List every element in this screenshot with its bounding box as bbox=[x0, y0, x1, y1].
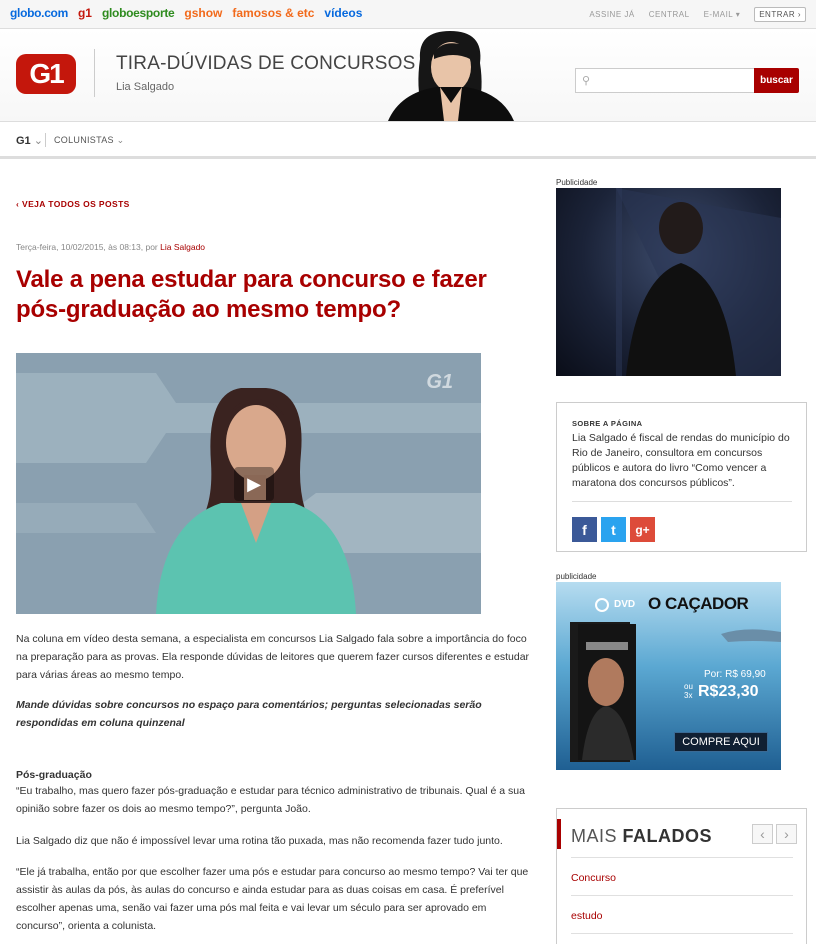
article-title: Vale a pena estudar para concurso e faze… bbox=[16, 266, 487, 323]
top-bar: globo.com g1 globoesporte gshow famosos … bbox=[0, 0, 816, 29]
globo-logo-icon bbox=[595, 598, 609, 612]
site-link-globoesporte[interactable]: globoesporte bbox=[102, 6, 175, 20]
blog-author: Lia Salgado bbox=[116, 81, 175, 93]
mais-falados-title: MAIS FALADOS bbox=[571, 826, 712, 847]
chevron-down-icon: ⌄ bbox=[33, 135, 43, 147]
prev-arrow-icon[interactable]: ‹ bbox=[752, 824, 773, 844]
search-input[interactable]: ⚲ bbox=[575, 68, 755, 93]
back-link-label: VEJA TODOS OS POSTS bbox=[22, 199, 130, 209]
back-to-posts-link[interactable]: ‹ VEJA TODOS OS POSTS bbox=[16, 199, 130, 209]
chevron-left-icon: ‹ bbox=[16, 199, 20, 209]
google-plus-icon[interactable]: g+ bbox=[630, 517, 655, 542]
about-page-box: SOBRE A PÁGINA Lia Salgado é fiscal de r… bbox=[556, 402, 807, 552]
site-link-globo[interactable]: globo.com bbox=[10, 6, 68, 20]
video-player[interactable]: G1 ▶ bbox=[16, 353, 481, 614]
central-link[interactable]: CENTRAL bbox=[649, 10, 690, 19]
chevron-down-icon: ⌄ bbox=[116, 135, 125, 145]
assine-link[interactable]: ASSINE JÁ bbox=[589, 10, 634, 19]
article-paragraph: “Eu trabalho, mas quero fazer pós-gradua… bbox=[16, 785, 525, 815]
site-link-gshow[interactable]: gshow bbox=[184, 6, 222, 20]
nav-g1-menu[interactable]: G1 ⌄ bbox=[16, 134, 43, 147]
section-accent bbox=[557, 819, 561, 849]
mais-falados-widget: MAIS FALADOS ‹ › Concurso estudo bbox=[556, 808, 807, 944]
blog-title[interactable]: TIRA-DÚVIDAS DE CONCURSOS bbox=[116, 53, 416, 75]
ad-label: publicidade bbox=[556, 572, 597, 581]
divider bbox=[572, 501, 792, 502]
divider bbox=[571, 857, 793, 858]
divider bbox=[571, 933, 793, 934]
twitter-icon[interactable]: t bbox=[601, 517, 626, 542]
chevron-right-icon: › bbox=[797, 10, 801, 19]
nav-g1-label: G1 bbox=[16, 135, 31, 147]
article-paragraph: Na coluna em vídeo desta semana, a espec… bbox=[16, 633, 530, 681]
dvd-advertisement[interactable]: DVD O CAÇADOR Por: R$ 69,90 ou 3x R$23,3… bbox=[556, 582, 781, 770]
nav-colunistas-menu[interactable]: COLUNISTAS ⌄ bbox=[54, 135, 125, 146]
ad-price-value: R$23,30 bbox=[698, 683, 759, 700]
mais-falados-item[interactable]: estudo bbox=[571, 910, 603, 922]
article-paragraph: “Ele já trabalha, então por que escolher… bbox=[16, 866, 529, 932]
search-button[interactable]: buscar bbox=[754, 68, 799, 93]
article-paragraph: Lia Salgado diz que não é impossível lev… bbox=[16, 835, 503, 847]
ad-movie-title: O CAÇADOR bbox=[648, 594, 749, 613]
nav-colunistas-label: COLUNISTAS bbox=[54, 135, 114, 145]
nav-divider bbox=[45, 133, 46, 147]
entrar-label: ENTRAR bbox=[759, 10, 796, 19]
ad-price-3x: 3x bbox=[684, 691, 693, 700]
entrar-button[interactable]: ENTRAR › bbox=[754, 7, 806, 22]
ad-price-por: Por: R$ 69,90 bbox=[704, 669, 766, 680]
g1-logo[interactable]: G1 bbox=[16, 54, 76, 94]
about-text: Lia Salgado é fiscal de rendas do municí… bbox=[572, 432, 790, 489]
advertisement-banner[interactable] bbox=[556, 188, 781, 376]
facebook-icon[interactable]: f bbox=[572, 517, 597, 542]
post-author-link[interactable]: Lia Salgado bbox=[160, 242, 205, 252]
header-divider bbox=[94, 49, 95, 97]
article-callout: Mande dúvidas sobre concursos no espaço … bbox=[16, 699, 482, 729]
play-icon[interactable]: ▶ bbox=[234, 467, 274, 501]
globo-sites-nav: globo.com g1 globoesporte gshow famosos … bbox=[10, 6, 362, 20]
about-heading: SOBRE A PÁGINA bbox=[572, 419, 643, 428]
ad-dvd-label: DVD bbox=[614, 599, 636, 610]
site-link-g1[interactable]: g1 bbox=[78, 6, 92, 20]
nav-bar: G1 ⌄ COLUNISTAS ⌄ bbox=[0, 121, 816, 159]
site-link-famosos[interactable]: famosos & etc bbox=[232, 6, 314, 20]
ad-label: Publicidade bbox=[556, 178, 598, 187]
next-arrow-icon[interactable]: › bbox=[776, 824, 797, 844]
masthead: G1 TIRA-DÚVIDAS DE CONCURSOS Lia Salgado… bbox=[0, 29, 816, 121]
chevron-down-icon: ▾ bbox=[735, 10, 741, 19]
email-label: E-MAIL bbox=[703, 10, 733, 19]
columnist-portrait bbox=[388, 31, 514, 121]
mais-falados-item[interactable]: Concurso bbox=[571, 872, 616, 884]
site-link-videos[interactable]: vídeos bbox=[324, 6, 362, 20]
video-watermark: G1 bbox=[426, 371, 453, 393]
post-date: Terça-feira, 10/02/2015, às 08:13, por bbox=[16, 242, 158, 252]
post-meta: Terça-feira, 10/02/2015, às 08:13, por L… bbox=[16, 242, 205, 252]
mais-falados-prefix: MAIS bbox=[571, 826, 618, 846]
ad-buy-button[interactable]: COMPRE AQUI bbox=[674, 732, 768, 752]
ad-image bbox=[616, 188, 781, 376]
mais-falados-bold: FALADOS bbox=[622, 826, 713, 846]
divider bbox=[571, 895, 793, 896]
ad-price-ou: ou bbox=[684, 682, 693, 691]
email-dropdown[interactable]: E-MAIL ▾ bbox=[704, 10, 741, 19]
search-icon: ⚲ bbox=[582, 75, 591, 87]
